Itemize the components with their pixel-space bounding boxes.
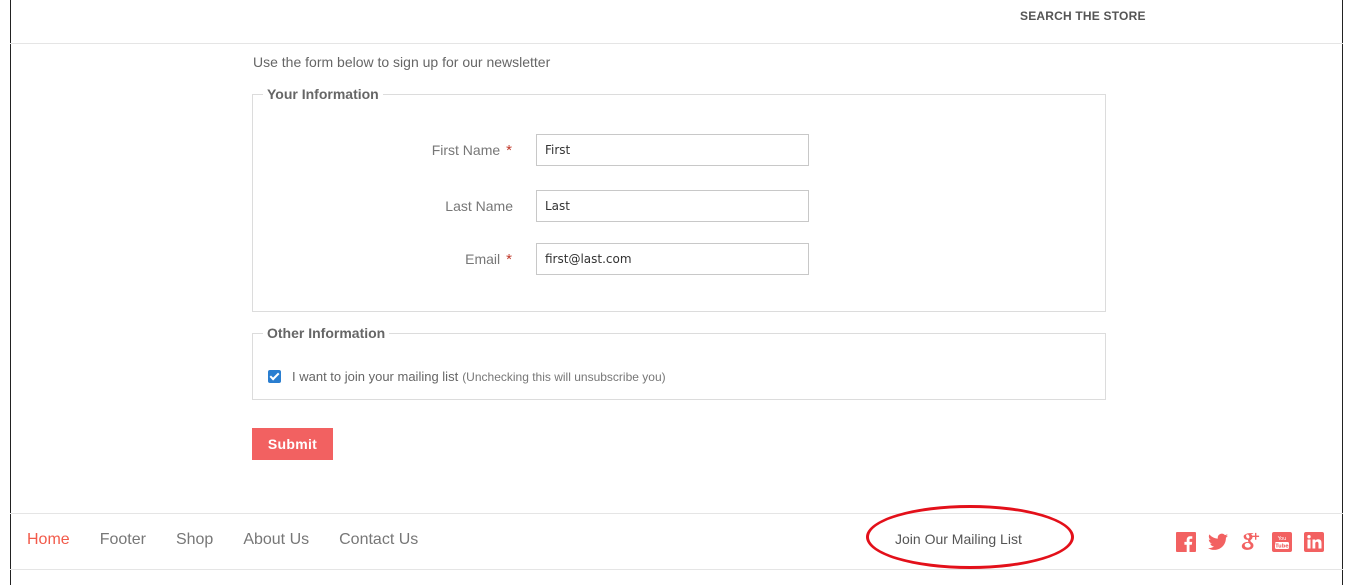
footer-nav-about-us[interactable]: About Us (243, 531, 309, 549)
first-name-label: First Name * (432, 142, 512, 159)
footer-nav-home[interactable]: Home (27, 531, 70, 549)
your-information-fieldset: Your Information First Name * Last Name E… (252, 86, 1106, 312)
mailing-list-checkbox-note: (Unchecking this will unsubscribe you) (462, 369, 666, 384)
first-name-label-text: First Name (431, 142, 501, 158)
svg-text:You: You (1277, 536, 1287, 542)
last-name-label: Last Name (445, 198, 513, 214)
mailing-list-checkbox-label[interactable]: I want to join your mailing list (292, 369, 458, 384)
linkedin-icon[interactable] (1304, 532, 1324, 552)
last-name-row: Last Name (253, 190, 1105, 222)
footer-nav: Home Footer Shop About Us Contact Us (27, 531, 448, 549)
required-marker: * (506, 251, 512, 268)
last-name-input[interactable] (536, 190, 809, 222)
first-name-row: First Name * (253, 134, 1105, 166)
youtube-icon[interactable]: You Tube (1272, 532, 1292, 552)
email-input[interactable] (536, 243, 809, 275)
other-information-fieldset: Other Information I want to join your ma… (252, 325, 1106, 400)
google-plus-icon[interactable] (1240, 532, 1260, 552)
mailing-list-checkbox[interactable] (268, 370, 281, 383)
twitter-icon[interactable] (1208, 532, 1228, 552)
email-label-text: Email (465, 251, 501, 267)
footer-nav-footer[interactable]: Footer (100, 531, 146, 549)
footer: Home Footer Shop About Us Contact Us Joi… (10, 513, 1343, 570)
mailing-list-option: I want to join your mailing list (Unchec… (268, 369, 666, 384)
footer-nav-shop[interactable]: Shop (176, 531, 213, 549)
your-information-legend: Your Information (267, 86, 379, 102)
form-intro-text: Use the form below to sign up for our ne… (253, 54, 551, 70)
submit-button[interactable]: Submit (252, 428, 333, 460)
footer-nav-contact-us[interactable]: Contact Us (339, 531, 418, 549)
social-links: You Tube (1176, 532, 1324, 552)
join-mailing-list-link[interactable]: Join Our Mailing List (895, 531, 1022, 547)
facebook-icon[interactable] (1176, 532, 1196, 552)
search-store-link[interactable]: SEARCH THE STORE (1020, 9, 1146, 23)
email-row: Email * (253, 243, 1105, 275)
required-marker: * (506, 142, 512, 159)
first-name-input[interactable] (536, 134, 809, 166)
other-information-legend: Other Information (267, 325, 386, 341)
email-label: Email * (465, 251, 512, 268)
svg-text:Tube: Tube (1275, 544, 1289, 550)
